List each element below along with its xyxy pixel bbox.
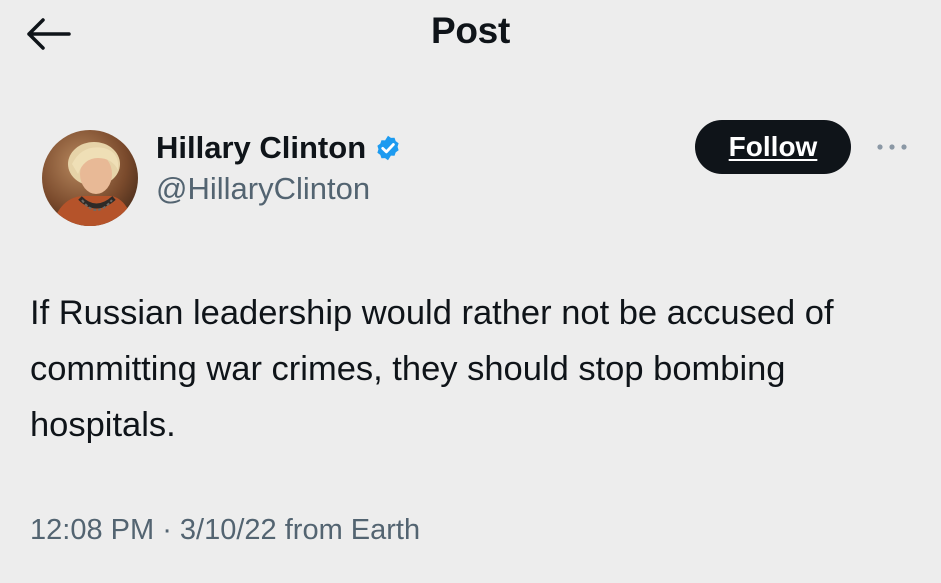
author-row: Hillary Clinton @HillaryClinton Follow [28,120,918,226]
author-handle[interactable]: @HillaryClinton [156,168,402,210]
page-title: Post [431,10,510,51]
more-options-button[interactable] [872,132,912,162]
display-name-text: Hillary Clinton [156,130,367,165]
author-info: Hillary Clinton @HillaryClinton [156,128,402,210]
tweet-text: If Russian leadership would rather not b… [30,294,834,444]
tweet-metadata: 12:08 PM · 3/10/22 from Earth [30,510,420,550]
tweet-date[interactable]: 3/10/22 [180,514,277,546]
follow-button[interactable]: Follow [695,120,851,174]
verified-badge-icon [377,135,399,161]
tweet-source: from Earth [276,514,421,546]
top-bar: Post [0,0,941,70]
more-horizontal-icon [877,144,907,150]
tweet-time[interactable]: 12:08 PM [30,514,154,546]
meta-separator: · [154,514,180,546]
display-name[interactable]: Hillary Clinton [156,128,402,168]
avatar[interactable] [42,130,138,226]
